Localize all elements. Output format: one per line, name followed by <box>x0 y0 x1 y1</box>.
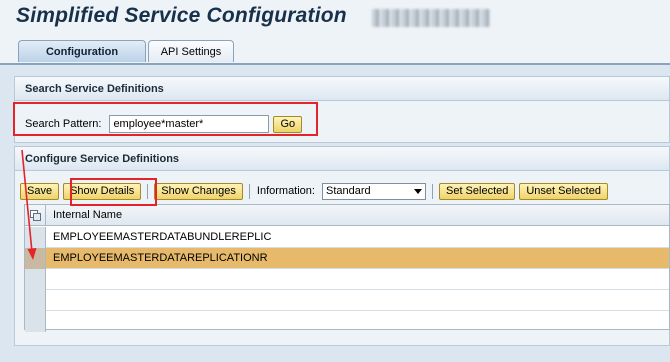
grid-toolbar: Save Show Details Show Changes Informati… <box>20 182 670 200</box>
table-row <box>25 311 669 332</box>
tab-configuration[interactable]: Configuration <box>18 40 146 62</box>
table-row[interactable]: EMPLOYEEMASTERDATABUNDLEREPLIC <box>25 227 669 248</box>
service-definitions-table: Internal Name EMPLOYEEMASTERDATABUNDLERE… <box>24 204 670 332</box>
search-pattern-label: Search Pattern: <box>25 118 102 130</box>
save-button[interactable]: Save <box>20 182 60 200</box>
show-details-button[interactable]: Show Details <box>63 182 142 200</box>
search-pattern-input[interactable] <box>109 115 270 133</box>
row-selector[interactable] <box>25 227 46 248</box>
select-all-icon[interactable] <box>25 205 46 226</box>
column-header-internal-name[interactable]: Internal Name <box>53 205 122 226</box>
information-label: Information: <box>256 185 315 197</box>
search-panel-header: Search Service Definitions <box>15 77 669 101</box>
row-selector <box>25 290 46 311</box>
row-selector <box>25 311 46 332</box>
redacted-system-id <box>372 9 490 27</box>
unset-selected-button[interactable]: Unset Selected <box>519 182 608 200</box>
row-selector[interactable] <box>25 248 46 269</box>
show-changes-button[interactable]: Show Changes <box>154 182 243 200</box>
table-header: Internal Name <box>25 205 669 226</box>
internal-name-cell: EMPLOYEEMASTERDATABUNDLEREPLIC <box>53 231 272 243</box>
toolbar-separator <box>248 183 250 199</box>
page-title: Simplified Service Configuration <box>16 4 347 27</box>
table-row <box>25 269 669 290</box>
go-button[interactable]: Go <box>273 115 303 133</box>
set-selected-button[interactable]: Set Selected <box>438 182 516 200</box>
row-selector <box>25 269 46 290</box>
chevron-down-icon <box>413 188 422 194</box>
toolbar-separator <box>431 183 433 199</box>
tab-api-settings[interactable]: API Settings <box>148 40 234 62</box>
table-row <box>25 290 669 311</box>
toolbar-separator <box>147 183 149 199</box>
information-select-value: Standard <box>325 185 371 197</box>
internal-name-cell: EMPLOYEEMASTERDATAREPLICATIONR <box>53 252 268 264</box>
tab-strip: Configuration API Settings <box>10 40 670 62</box>
search-panel: Search Service Definitions Search Patter… <box>14 76 670 143</box>
configure-panel-header: Configure Service Definitions <box>15 147 669 171</box>
information-select[interactable]: Standard <box>321 182 426 200</box>
search-row: Search Pattern: Go <box>25 113 303 135</box>
table-row-selected[interactable]: EMPLOYEEMASTERDATAREPLICATIONR <box>25 248 669 269</box>
